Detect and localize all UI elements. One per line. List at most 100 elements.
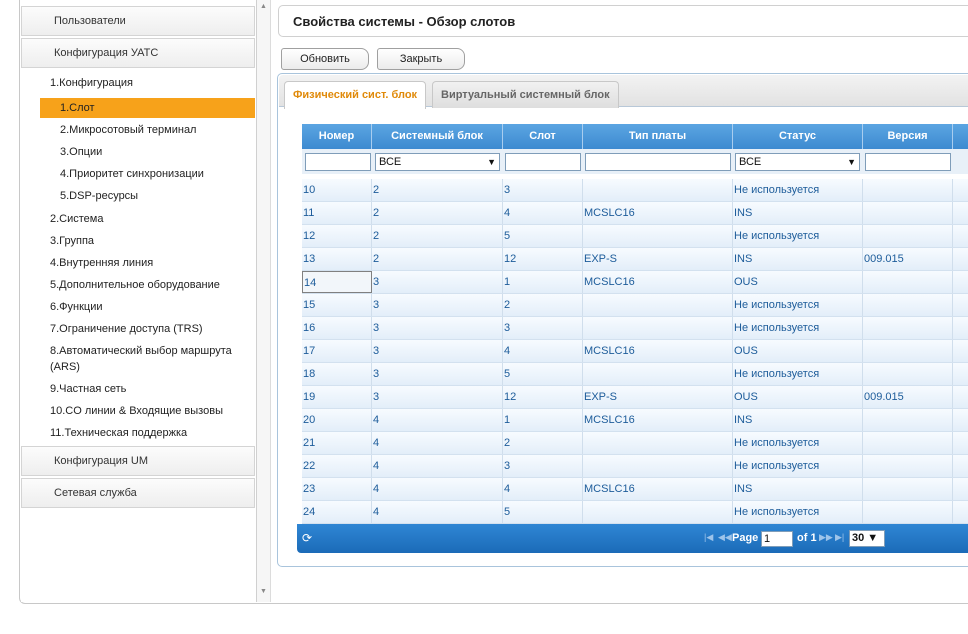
table-row[interactable]: 22 4 3 Не используется [302,455,968,478]
table-row[interactable]: 12 2 5 Не используется [302,225,968,248]
sidebar-item-features[interactable]: 6.Функции [21,297,255,317]
prev-page-icon[interactable]: ◀◀ [718,532,732,543]
cell-status: Не используется [733,317,863,339]
table-row[interactable]: 18 3 5 Не используется [302,363,968,386]
cell-status: INS [733,202,863,224]
sidebar-item-sync-priority[interactable]: 4.Приоритет синхронизации [21,164,255,184]
table-row[interactable]: 21 4 2 Не используется [302,432,968,455]
cell-slot: 4 [503,478,583,500]
sidebar-item-ars[interactable]: 8.Автоматический выбор маршрута (ARS) [21,343,251,379]
cell-number: 19 [302,386,372,408]
sidebar-item-microcell[interactable]: 2.Микросотовый терминал [21,120,255,140]
cell-card-type [583,317,733,339]
scroll-up-icon[interactable]: ▲ [260,3,267,10]
sidebar-item-group[interactable]: 3.Группа [21,231,255,251]
page-size-select[interactable]: 30 ▼ [849,530,885,547]
cell-slot: 3 [503,455,583,477]
filter-system-block-select[interactable]: ВСЕ ▼ [375,153,500,171]
cell-system-block: 3 [372,386,503,408]
table-row[interactable]: 17 3 4 MCSLC16 OUS [302,340,968,363]
sidebar-item-trs[interactable]: 7.Ограничение доступа (TRS) [21,319,255,339]
table-row[interactable]: 13 2 12 EXP-S INS 009.015 [302,248,968,271]
cell-slot: 12 [503,248,583,270]
cell-card-type [583,225,733,247]
sidebar-item-dsp[interactable]: 5.DSP-ресурсы [21,186,255,206]
table-row[interactable]: 24 4 5 Не используется [302,501,968,524]
cell-number: 22 [302,455,372,477]
filter-slot-input[interactable] [505,153,581,171]
cell-version [863,294,953,316]
sidebar-item-system[interactable]: 2.Система [21,209,255,229]
cell-number: 24 [302,501,372,523]
sidebar-header-users[interactable]: Пользователи [21,6,255,36]
last-page-icon[interactable]: ▶| [835,532,844,543]
cell-number: 17 [302,340,372,362]
column-header-status[interactable]: Статус [733,124,863,149]
filter-number-input[interactable] [305,153,371,171]
table-row[interactable]: 19 3 12 EXP-S OUS 009.015 [302,386,968,409]
sidebar-item-optional-device[interactable]: 5.Дополнительное оборудование [21,275,255,295]
sidebar-scrollbar[interactable]: ▲ ▼ [257,0,271,602]
sidebar-item-configuration[interactable]: 1.Конфигурация [21,73,255,93]
cell-version [863,225,953,247]
tab-strip: Физический сист. блок Виртуальный систем… [279,75,968,109]
refresh-button[interactable]: Обновить [281,48,369,70]
cell-status: INS [733,248,863,270]
column-header-slot[interactable]: Слот [503,124,583,149]
cell-card-type: MCSLC16 [583,271,733,293]
cell-number: 12 [302,225,372,247]
cell-system-block: 2 [372,179,503,201]
next-page-icon[interactable]: ▶▶ [819,532,833,543]
table-row[interactable]: 23 4 4 MCSLC16 INS [302,478,968,501]
filter-card-type-input[interactable] [585,153,731,171]
scroll-down-icon[interactable]: ▼ [260,588,267,595]
table-row[interactable]: 11 2 4 MCSLC16 INS [302,202,968,225]
cell-system-block: 3 [372,340,503,362]
cell-version [863,202,953,224]
cell-number: 23 [302,478,372,500]
sidebar-header-pbx-config[interactable]: Конфигурация УАТС [21,38,255,68]
first-page-icon[interactable]: |◀ [704,532,713,543]
close-button[interactable]: Закрыть [377,48,465,70]
sidebar-header-network-service[interactable]: Сетевая служба [21,478,255,508]
column-header-card-type[interactable]: Тип платы [583,124,733,149]
sidebar-item-extension[interactable]: 4.Внутренняя линия [21,253,255,273]
sidebar-item-co-lines[interactable]: 10.CO линии & Входящие вызовы [21,401,255,421]
sidebar-item-maintenance[interactable]: 11.Техническая поддержка [21,423,255,443]
tab-physical-unit[interactable]: Физический сист. блок [284,81,427,109]
filter-version-input[interactable] [865,153,951,171]
cell-card-type [583,363,733,385]
cell-card-type: MCSLC16 [583,340,733,362]
table-row[interactable]: 20 4 1 MCSLC16 INS [302,409,968,432]
column-header-number[interactable]: Номер [302,124,372,149]
cell-system-block: 3 [372,294,503,316]
page-number-input[interactable]: 1 [761,531,793,547]
cell-status: Не используется [733,294,863,316]
cell-status: INS [733,409,863,431]
table-row[interactable]: 15 3 2 Не используется [302,294,968,317]
table-row[interactable]: 14 3 1 MCSLC16 OUS [302,271,968,294]
cell-slot: 5 [503,363,583,385]
sidebar-item-options[interactable]: 3.Опции [21,142,255,162]
filter-status-select[interactable]: ВСЕ ▼ [735,153,860,171]
cell-card-type [583,455,733,477]
cell-system-block: 2 [372,225,503,247]
sidebar-header-um-config[interactable]: Конфигурация UM [21,446,255,476]
cell-status: Не используется [733,455,863,477]
table-row[interactable]: 10 2 3 Не используется [302,179,968,202]
cell-card-type [583,179,733,201]
cell-card-type: EXP-S [583,248,733,270]
table-row[interactable]: 16 3 3 Не используется [302,317,968,340]
cell-status: OUS [733,386,863,408]
page-size-value: 30 [852,532,865,544]
cell-status: Не используется [733,225,863,247]
sidebar-item-slot[interactable]: 1.Слот [40,98,255,118]
cell-number: 21 [302,432,372,454]
column-header-version[interactable]: Версия [863,124,953,149]
sidebar-item-private-network[interactable]: 9.Частная сеть [21,379,255,399]
cell-system-block: 3 [372,363,503,385]
tab-virtual-unit[interactable]: Виртуальный системный блок [432,81,619,108]
reload-icon[interactable]: ⟳ [302,531,312,545]
cell-version [863,455,953,477]
column-header-system-block[interactable]: Системный блок [372,124,503,149]
